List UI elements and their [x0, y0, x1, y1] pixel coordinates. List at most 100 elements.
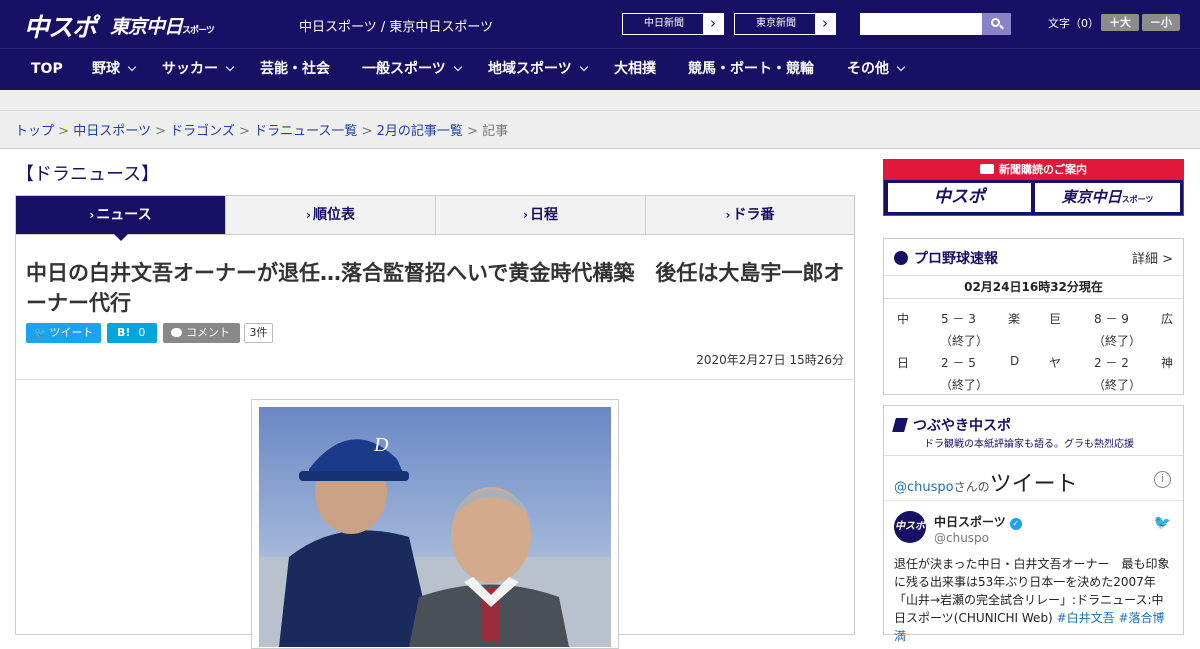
hashtag-link[interactable]: #白井文吾 — [1057, 611, 1115, 625]
subscribe-chuspo-button[interactable]: 中スポ — [888, 183, 1031, 212]
breadcrumb-top[interactable]: トップ — [15, 124, 54, 139]
nav-item-label: その他 — [847, 61, 889, 77]
tab-label: ドラ番 — [732, 207, 775, 223]
twitter-bird-icon[interactable]: 🐦 — [1154, 515, 1171, 531]
game-status: （終了） — [1093, 378, 1142, 392]
svg-text:D: D — [373, 434, 389, 456]
nav-item-top[interactable]: TOP — [31, 49, 63, 91]
nav-item-other[interactable]: その他 — [847, 49, 906, 91]
nav-item-sumo[interactable]: 大相撲 — [614, 49, 656, 91]
game-away-team: 神 — [1161, 356, 1174, 370]
nav-item-label: 地域スポーツ — [488, 61, 572, 77]
subscribe-tokyo-button[interactable]: 東京中日スポーツ — [1035, 183, 1180, 212]
avatar[interactable]: 中スポ — [894, 511, 926, 543]
timeline-heading: ツイート — [989, 472, 1078, 497]
nav-item-label: 競馬・ボート・競輪 — [688, 61, 814, 77]
font-size-label: 文字（0） — [1048, 17, 1099, 30]
breadcrumb-news-list[interactable]: ドラニュース一覧 — [254, 124, 357, 139]
tab-schedule[interactable]: › 日程 — [436, 196, 646, 234]
nav-item-entertainment[interactable]: 芸能・社会 — [260, 49, 330, 91]
chuspo-logo[interactable]: 中スポ — [24, 8, 97, 44]
game-score[interactable]: 5 － 3 — [941, 310, 976, 327]
chevron-down-icon — [127, 62, 137, 72]
nav-item-racing[interactable]: 競馬・ボート・競輪 — [688, 49, 814, 91]
search-button[interactable] — [982, 13, 1011, 35]
article-photo[interactable]: D — [251, 399, 619, 649]
timeline-handle-suffix: さんの — [953, 480, 990, 494]
game-home-team: 中 — [897, 312, 910, 326]
nav-item-label: 大相撲 — [614, 61, 656, 77]
nav-item-baseball[interactable]: 野球 — [92, 49, 137, 91]
font-smaller-button[interactable]: －小 — [1142, 14, 1180, 31]
breadcrumb-separator: > — [58, 124, 70, 139]
main-nav: TOP 野球 サッカー 芸能・社会 一般スポーツ 地域スポーツ 大相撲 競馬・ボ… — [0, 48, 1200, 90]
comment-count-badge[interactable]: 3件 — [244, 323, 273, 343]
chunichi-shimbun-label: 中日新聞 — [644, 18, 684, 29]
game-score[interactable]: 2 － 5 — [941, 354, 976, 371]
hatena-bookmark-button[interactable]: B! 0 — [107, 323, 157, 343]
tokyo-chunichi-logo-sub: スポーツ — [182, 26, 215, 36]
tweets-widget: つぶやき中スポ ドラ観戦の本紙評論家も語る。グラも熱烈応援 @chuspoさんの… — [883, 405, 1184, 643]
article-image: D — [259, 407, 611, 647]
photo-illustration: D — [259, 434, 611, 647]
chunichi-shimbun-link[interactable]: 中日新聞 › — [622, 13, 724, 35]
timeline-handle-link[interactable]: @chuspo — [894, 480, 954, 495]
subscription-banner[interactable]: 新聞購読のご案内 中スポ 東京中日スポーツ — [883, 159, 1184, 216]
tab-label: ニュース — [96, 207, 152, 223]
article-headline: 中日の白井文吾オーナーが退任…落合監督招へいで黄金時代構築 後任は大島宇一郎オー… — [26, 261, 845, 315]
breadcrumb-separator: > — [155, 124, 166, 139]
nav-item-local-sports[interactable]: 地域スポーツ — [488, 49, 588, 91]
twitter-bird-icon: 🐦 — [34, 328, 47, 339]
tweets-subtitle: ドラ観戦の本紙評論家も語る。グラも熱烈応援 — [924, 439, 1134, 450]
speech-bubble-icon — [171, 328, 182, 337]
tab-dora-ban[interactable]: › ドラ番 — [646, 196, 854, 234]
chevron-down-icon — [579, 62, 588, 72]
font-larger-button[interactable]: ＋大 — [1101, 14, 1139, 31]
divider — [16, 379, 854, 380]
comment-button[interactable]: コメント — [163, 323, 240, 343]
site-name[interactable]: 中日スポーツ / 東京中日スポーツ — [299, 16, 493, 35]
pro-baseball-widget: プロ野球速報 詳細 > 02月24日16時32分現在 中 5 － 3 楽 （終了… — [883, 238, 1184, 395]
info-icon[interactable]: i — [1154, 471, 1171, 488]
chevron-down-icon — [225, 62, 235, 72]
game-score[interactable]: 2 － 2 — [1094, 354, 1129, 371]
scores-updated-time: 02月24日16時32分現在 — [884, 275, 1183, 299]
tweet-text: 退任が決まった中日・白井文吾オーナー 最も印象に残る出来事は53年ぶり日本一を決… — [894, 555, 1174, 645]
game-score[interactable]: 8 － 9 — [1094, 310, 1129, 327]
pro-baseball-more-link[interactable]: 詳細 > — [1132, 248, 1173, 267]
nav-item-label: 芸能・社会 — [260, 61, 330, 77]
newspaper-icon — [980, 164, 994, 174]
comment-button-label: コメント — [186, 326, 230, 339]
game-status: （終了） — [1093, 334, 1142, 348]
game-home-team: 巨 — [1049, 312, 1062, 326]
nav-item-general-sports[interactable]: 一般スポーツ — [362, 49, 462, 91]
game-away-team: D — [1010, 354, 1020, 368]
chevron-right-icon: › — [725, 208, 731, 222]
tokyo-chunichi-logo[interactable]: 東京中日スポーツ — [110, 12, 215, 39]
tweet-author-name-text: 中日スポーツ — [934, 515, 1006, 529]
chevron-right-icon: › — [523, 208, 528, 222]
breadcrumb-chuspo[interactable]: 中日スポーツ — [73, 124, 151, 139]
chevron-right-icon: › — [703, 14, 723, 34]
game-status: （終了） — [940, 334, 989, 348]
nav-item-soccer[interactable]: サッカー — [162, 49, 235, 91]
baseball-icon — [894, 251, 908, 265]
tokyo-shimbun-link[interactable]: 東京新聞 › — [734, 13, 836, 35]
search-input[interactable] — [860, 13, 982, 35]
tweet-author-handle[interactable]: @chuspo — [934, 531, 989, 545]
breadcrumb-month-list[interactable]: 2月の記事一覧 — [377, 124, 463, 139]
breadcrumb: トップ > 中日スポーツ > ドラゴンズ > ドラニュース一覧 > 2月の記事一… — [0, 111, 1200, 149]
tab-standings[interactable]: › 順位表 — [226, 196, 436, 234]
sub-nav-band — [0, 90, 1200, 111]
breadcrumb-dragons[interactable]: ドラゴンズ — [170, 124, 235, 139]
hatena-count: 0 — [138, 326, 146, 339]
tweet-button[interactable]: 🐦 ツイート — [26, 323, 101, 343]
chevron-right-icon: › — [815, 14, 835, 34]
breadcrumb-separator: > — [361, 124, 373, 139]
tab-label: 順位表 — [312, 207, 355, 223]
game-away-team: 楽 — [1008, 312, 1021, 326]
tab-news[interactable]: › ニュース — [16, 196, 226, 241]
pro-baseball-title: プロ野球速報 — [894, 248, 998, 268]
subscription-header: 新聞購読のご案内 — [884, 160, 1183, 180]
tweet-author-name[interactable]: 中日スポーツ ✓ — [934, 513, 1022, 530]
